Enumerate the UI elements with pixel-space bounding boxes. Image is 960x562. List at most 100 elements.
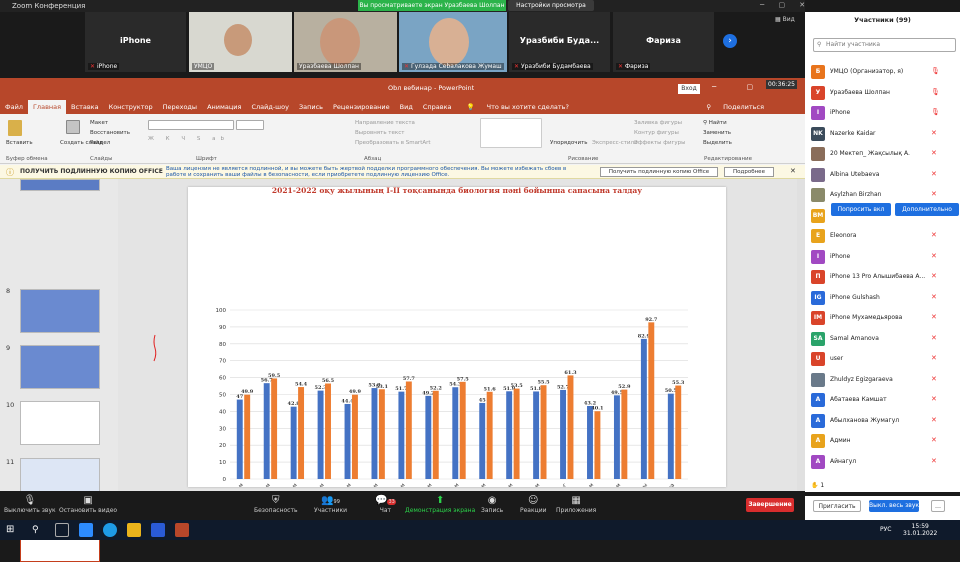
tell-me-search[interactable]: 💡 Что вы хотите сделать? xyxy=(456,103,578,111)
search-icon[interactable]: ⚲ xyxy=(32,523,46,537)
file-explorer-icon[interactable] xyxy=(127,523,141,537)
edge-icon[interactable] xyxy=(103,523,117,537)
window-controls[interactable]: ─ ▢ ✕ xyxy=(760,1,811,9)
participant-row[interactable]: SA Samal Amanova ✕ xyxy=(805,329,960,349)
video-tile[interactable]: УМЦО xyxy=(189,12,292,72)
participant-row[interactable]: E Eleonora ✕ xyxy=(805,226,960,246)
participant-name: Samal Amanova xyxy=(830,334,879,342)
tab-slideshow[interactable]: Слайд-шоу xyxy=(246,103,294,111)
slide-thumbnail[interactable] xyxy=(20,401,100,445)
participant-row[interactable]: NK Nazerke Kaidar ✕ xyxy=(805,124,960,144)
arrange-button[interactable]: Упорядочить xyxy=(550,140,588,146)
section-button[interactable]: Раздел xyxy=(90,140,110,146)
invite-button[interactable]: Пригласить xyxy=(813,500,861,512)
shape-fill-button[interactable]: Заливка фигуры xyxy=(634,120,682,126)
mute-button[interactable]: 🎙 Выключить звук xyxy=(4,495,56,514)
participant-row[interactable]: Asylzhan Birzhan ✕ xyxy=(805,185,960,205)
video-tile[interactable]: Фариза ✕ Фариза xyxy=(613,12,714,72)
tab-review[interactable]: Рецензирование xyxy=(328,103,395,111)
participant-row[interactable]: A Админ ✕ xyxy=(805,431,960,451)
participant-row[interactable]: ПiPhone 13 Pro Алышибаева А... ✕ xyxy=(805,267,960,287)
slide-thumbnail[interactable] xyxy=(20,179,100,191)
more-options-button[interactable]: … xyxy=(931,500,945,512)
share-link[interactable]: ⚲ Поделиться xyxy=(696,103,805,111)
replace-button[interactable]: Заменить xyxy=(703,130,731,136)
reset-button[interactable]: Восстановить xyxy=(90,130,130,136)
tab-transitions[interactable]: Переходы xyxy=(158,103,202,111)
participant-row[interactable]: Б УМЦО (Организатор, я) 🎙 xyxy=(805,62,960,82)
shape-outline-button[interactable]: Контур фигуры xyxy=(634,130,679,136)
keyboard-language[interactable]: РУС xyxy=(880,526,891,533)
participant-row[interactable]: Albina Utebaeva ✕ xyxy=(805,165,960,185)
security-button[interactable]: ⛨ Безопасность xyxy=(254,495,298,514)
select-button[interactable]: Выделить xyxy=(703,140,732,146)
slide-canvas[interactable]: 2021-2022 оқу жылының I-II тоқсанында би… xyxy=(188,186,726,539)
shapes-gallery[interactable] xyxy=(480,118,542,148)
tab-animation[interactable]: Анимация xyxy=(202,103,246,111)
text-direction-button[interactable]: Направление текста xyxy=(355,120,415,126)
get-genuine-button[interactable]: Получить подлинную копию Office xyxy=(600,167,718,177)
participant-row[interactable]: IM iPhone Мухамедьярова ✕ xyxy=(805,308,960,328)
video-tile[interactable]: iPhone ✕ iPhone xyxy=(85,12,186,72)
group-editing: Редактирование xyxy=(704,156,752,162)
font-name-select[interactable] xyxy=(148,120,234,130)
windows-start-icon[interactable]: ⊞ xyxy=(6,523,20,537)
system-clock[interactable]: 15:59 31.01.2022 xyxy=(903,523,937,537)
view-options-button[interactable]: Настройки просмотра xyxy=(508,0,594,11)
gallery-next-button[interactable]: › xyxy=(723,34,737,48)
font-size-select[interactable] xyxy=(236,120,264,130)
layout-button[interactable]: Макет xyxy=(90,120,108,126)
participant-row[interactable]: Zhuldyz Egizgaraeva ✕ xyxy=(805,370,960,390)
reactions-button[interactable]: ☺ Реакции xyxy=(520,495,547,514)
video-tile[interactable]: Уразбаева Шолпан xyxy=(294,12,397,72)
ppt-login-button[interactable]: Вход xyxy=(678,84,700,94)
tab-insert[interactable]: Вставка xyxy=(66,103,104,111)
align-text-button[interactable]: Выровнять текст xyxy=(355,130,404,136)
font-format-buttons[interactable]: Ж К Ч S ab xyxy=(148,136,229,142)
slide-thumbnail[interactable] xyxy=(20,289,100,333)
ask-unmute-button[interactable]: Попросить вкл xyxy=(831,203,891,216)
participant-row[interactable]: A Абатаева Камшат ✕ xyxy=(805,390,960,410)
participant-search-input[interactable]: ⚲ Найти участника xyxy=(813,38,956,52)
zoom-taskbar-icon[interactable] xyxy=(79,523,93,537)
apps-button[interactable]: ▦ Приложения xyxy=(556,495,596,514)
participant-row[interactable]: IiPhone 🎙 xyxy=(805,103,960,123)
end-meeting-button[interactable]: Завершение xyxy=(746,498,794,512)
participant-row[interactable]: У Уразбаева Шолпан 🎙 xyxy=(805,83,960,103)
slide-thumbnail[interactable] xyxy=(20,345,100,389)
participant-row[interactable]: A Айнагул ✕ xyxy=(805,452,960,472)
vertical-scrollbar[interactable] xyxy=(797,179,805,491)
tab-help[interactable]: Справка xyxy=(418,103,457,111)
tab-design[interactable]: Конструктор xyxy=(104,103,158,111)
participant-row[interactable]: IG iPhone Gulshash ✕ xyxy=(805,288,960,308)
shape-effects-button[interactable]: Эффекты фигуры xyxy=(634,140,686,146)
video-tile[interactable]: Уразбиби Буда... ✕ Уразбиби Будамбаева xyxy=(509,12,610,72)
tab-record[interactable]: Запись xyxy=(294,103,328,111)
mute-all-button[interactable]: Выкл. весь звук xyxy=(869,500,919,512)
tab-home[interactable]: Главная xyxy=(27,100,67,114)
participant-row[interactable]: Uuser ✕ xyxy=(805,349,960,369)
find-button[interactable]: ⚲ Найти xyxy=(703,120,727,126)
more-button[interactable]: Дополнительно xyxy=(895,203,959,216)
tab-file[interactable]: Файл xyxy=(0,103,28,111)
participant-row[interactable]: A Абылханова Жумагул ✕ xyxy=(805,411,960,431)
participants-button[interactable]: 👥99 Участники xyxy=(314,495,347,514)
record-button[interactable]: ◉ Запись xyxy=(481,495,503,514)
quick-styles-button[interactable]: Экспресс-стили xyxy=(592,140,638,146)
close-icon[interactable]: ✕ xyxy=(790,167,796,175)
video-tile[interactable]: ✕ Гулзада Сеbалакова Жумаш xyxy=(399,12,507,72)
learn-more-button[interactable]: Подробнее xyxy=(724,167,774,177)
tab-view[interactable]: Вид xyxy=(395,103,418,111)
avatar: IG xyxy=(811,290,825,305)
task-view-icon[interactable] xyxy=(55,523,69,537)
powerpoint-icon[interactable] xyxy=(175,523,189,537)
stop-video-button[interactable]: ▣ Остановить видео xyxy=(59,495,117,514)
share-screen-button[interactable]: ⬆ Демонстрация экрана xyxy=(405,495,475,514)
smartart-button[interactable]: Преобразовать в SmartArt xyxy=(355,140,431,146)
word-icon[interactable] xyxy=(151,523,165,537)
paste-button[interactable]: Вставить xyxy=(6,140,33,146)
gallery-view-button[interactable]: ▦ Вид xyxy=(775,16,795,23)
participant-row[interactable]: IiPhone ✕ xyxy=(805,247,960,267)
participant-row[interactable]: 20 Мектеп_ Жақсылық А. ✕ xyxy=(805,144,960,164)
chat-button[interactable]: 💬33 Чат xyxy=(375,495,396,514)
